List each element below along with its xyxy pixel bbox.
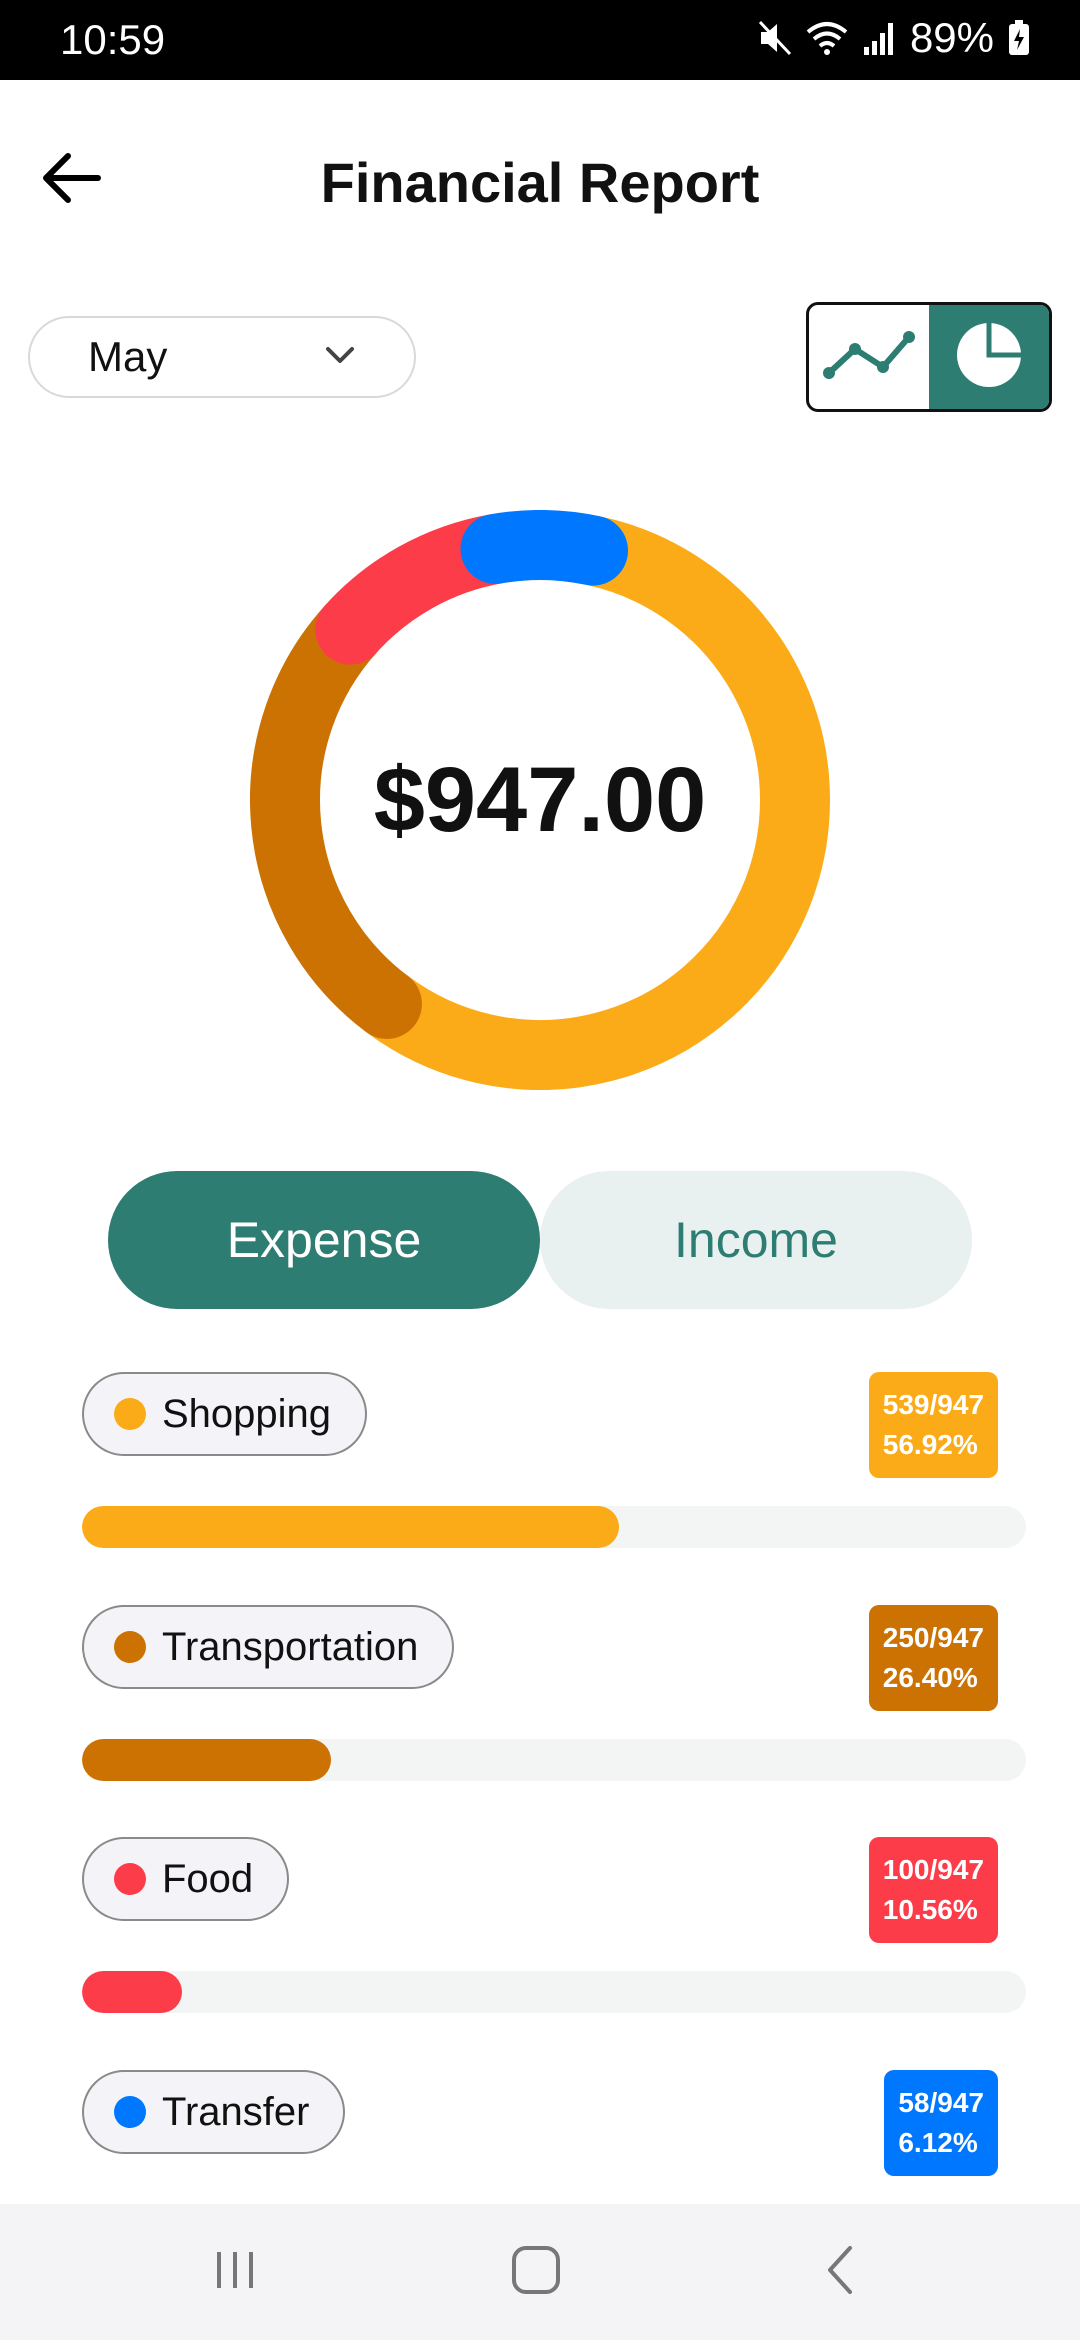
tab-expense[interactable]: Expense xyxy=(108,1171,540,1309)
month-dropdown[interactable]: May xyxy=(28,316,416,398)
category-chip[interactable]: Transfer xyxy=(82,2070,346,2154)
category-progress-track xyxy=(82,1739,1026,1781)
page-title: Financial Report xyxy=(320,151,760,214)
tab-income[interactable]: Income xyxy=(540,1171,972,1309)
category-amount-badge: 58/947 6.12% xyxy=(884,2070,998,2176)
category-percent: 26.40% xyxy=(882,1662,978,1693)
category-progress-track xyxy=(82,1971,1026,2013)
battery-charging-icon xyxy=(1008,20,1030,56)
category-color-dot xyxy=(114,2096,146,2128)
chart-type-toggle xyxy=(806,302,1052,412)
mute-icon xyxy=(758,20,792,56)
category-ratio: 250/947 xyxy=(882,1622,984,1653)
recent-apps-icon xyxy=(211,2246,259,2299)
category-progress-fill xyxy=(82,1971,182,2013)
battery-percent: 89% xyxy=(909,14,994,61)
category-name: Transfer xyxy=(162,2089,310,2134)
category-progress-fill xyxy=(82,1739,332,1781)
category-progress-fill xyxy=(82,1506,620,1548)
category-chip[interactable]: Transportation xyxy=(82,1605,455,1689)
home-button[interactable] xyxy=(500,2240,572,2304)
recent-apps-button[interactable] xyxy=(200,2240,270,2304)
category-amount-badge: 539/947 56.92% xyxy=(868,1372,998,1478)
category-ratio: 539/947 xyxy=(882,1389,984,1420)
back-icon xyxy=(822,2244,858,2301)
status-bar: 10:59 89% xyxy=(0,0,1080,80)
system-back-button[interactable] xyxy=(810,2240,870,2304)
chevron-down-icon xyxy=(324,344,356,371)
category-chip[interactable]: Shopping xyxy=(82,1372,368,1456)
category-name: Shopping xyxy=(162,1391,332,1436)
category-name: Transportation xyxy=(162,1624,419,1669)
category-amount-badge: 250/947 26.40% xyxy=(868,1605,998,1711)
category-amount-badge: 100/947 10.56% xyxy=(868,1837,998,1943)
status-icons: 89% xyxy=(758,14,1030,62)
category-color-dot xyxy=(114,1863,146,1895)
category-color-dot xyxy=(114,1631,146,1663)
donut-total-amount: $947.00 xyxy=(373,748,707,851)
pie-chart-icon xyxy=(953,319,1025,396)
wifi-icon xyxy=(806,20,848,56)
month-value: May xyxy=(88,333,168,380)
category-name: Food xyxy=(162,1856,254,1901)
system-nav-bar xyxy=(0,2204,1080,2340)
category-percent: 56.92% xyxy=(882,1429,978,1460)
signal-icon xyxy=(862,21,896,55)
category-percent: 6.12% xyxy=(898,2127,978,2158)
pie-chart-toggle[interactable] xyxy=(929,305,1049,409)
category-percent: 10.56% xyxy=(882,1894,978,1925)
expense-donut-chart: $947.00 xyxy=(250,510,830,1090)
category-progress-track xyxy=(82,1506,1026,1548)
category-ratio: 58/947 xyxy=(898,2087,984,2118)
line-chart-toggle[interactable] xyxy=(809,305,929,409)
home-icon xyxy=(510,2244,562,2301)
type-tabs: Expense Income xyxy=(108,1171,972,1309)
line-chart-icon xyxy=(821,327,917,388)
status-time: 10:59 xyxy=(60,16,166,63)
category-color-dot xyxy=(114,1398,146,1430)
category-ratio: 100/947 xyxy=(882,1854,984,1885)
category-chip[interactable]: Food xyxy=(82,1837,290,1921)
